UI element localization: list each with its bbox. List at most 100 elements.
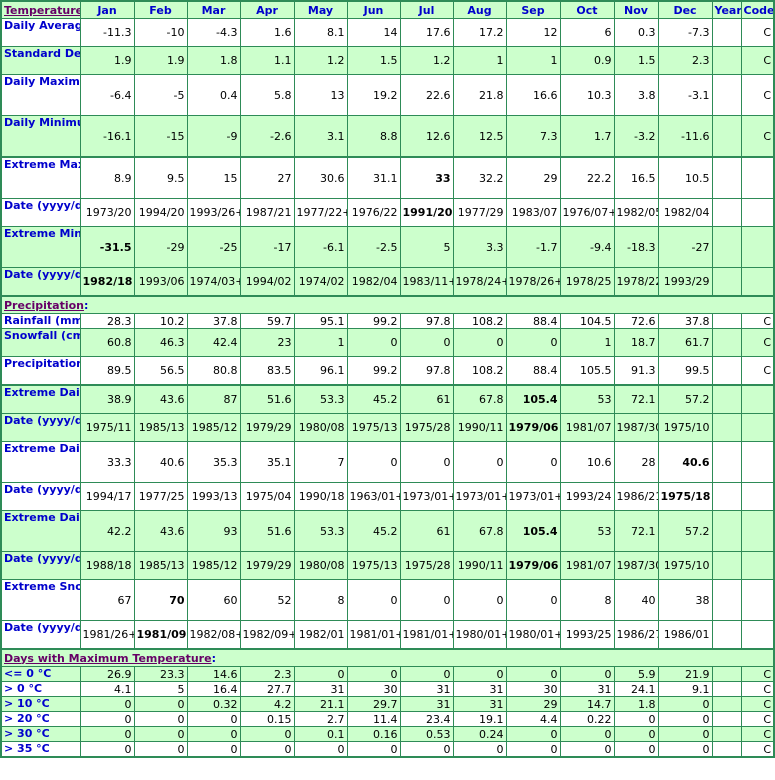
year-cell [711,510,742,552]
value-cell-sep: 105.4 [505,384,561,414]
value-cell-oct: 14.7 [559,696,615,712]
value-cell-jun: 0 [346,741,401,758]
year-cell [711,356,742,386]
value-cell-mar: 37.8 [186,313,241,329]
value-cell-sep: 4.4 [505,711,561,727]
value-cell-jul: 0 [399,579,454,621]
value-cell-oct: 1993/24 [559,482,615,511]
value-cell-sep: 0 [505,328,561,357]
table-row: Date (yyyy/dd)1994/171977/251993/131975/… [0,482,775,511]
value-cell-nov: -3.2 [613,115,659,158]
value-cell-oct: 1981/07 [559,551,615,580]
value-cell-nov: 1.8 [613,696,659,712]
value-cell-jan: 1975/11 [79,413,135,442]
row-label: Date (yyyy/dd) [0,620,81,650]
days-max-temp-section-link[interactable]: Days with Maximum Temperature [4,652,212,665]
value-cell-jan: 0 [79,696,135,712]
value-cell-jun: 1975/13 [346,413,401,442]
value-cell-nov: 72.1 [613,510,659,552]
value-cell-oct: 22.2 [559,156,615,199]
month-header: Aug [452,0,507,19]
value-cell-jun: 14 [346,18,401,47]
value-cell-dec: -7.3 [657,18,713,47]
year-cell [711,384,742,414]
value-cell-jan: -16.1 [79,115,135,158]
value-cell-oct: 0 [559,666,615,682]
code-cell: C [740,18,775,47]
value-cell-nov: 0 [613,711,659,727]
value-cell-apr: 1979/29 [239,413,295,442]
value-cell-may: 3.1 [293,115,348,158]
code-cell: C [740,313,775,329]
value-cell-mar: 1985/12 [186,413,241,442]
code-cell: C [740,711,775,727]
code-cell [740,384,775,414]
header-row: Temperature: Jan Feb Mar Apr May Jun Jul… [0,0,775,19]
value-cell-feb: 0 [133,711,188,727]
value-cell-oct: 1993/25 [559,620,615,650]
value-cell-jan: 8.9 [79,156,135,199]
value-cell-dec: 0 [657,696,713,712]
value-cell-nov: 1978/22 [613,267,659,297]
value-cell-feb: -5 [133,74,188,116]
code-cell [740,579,775,621]
value-cell-dec: 0 [657,711,713,727]
value-cell-jun: 1975/13 [346,551,401,580]
value-cell-jan: 42.2 [79,510,135,552]
value-cell-jun: 0.16 [346,726,401,742]
row-label: Date (yyyy/dd) [0,267,81,297]
value-cell-sep: 1 [505,46,561,75]
value-cell-mar: 14.6 [186,666,241,682]
value-cell-nov: 1986/27 [613,620,659,650]
table-row: Snowfall (cm)60.846.342.42310000118.761.… [0,328,775,357]
precipitation-section-link[interactable]: Precipitation [4,299,84,312]
value-cell-jul: 61 [399,384,454,414]
year-cell [711,551,742,580]
value-cell-jun: 0 [346,328,401,357]
value-cell-feb: 70 [133,579,188,621]
value-cell-sep: 1978/26+ [505,267,561,297]
value-cell-jun: 45.2 [346,384,401,414]
value-cell-jan: 33.3 [79,441,135,483]
value-cell-apr: -2.6 [239,115,295,158]
year-cell [711,413,742,442]
value-cell-nov: 28 [613,441,659,483]
temperature-section-header: Temperature: [0,0,81,19]
value-cell-oct: 6 [559,18,615,47]
value-cell-jan: 28.3 [79,313,135,329]
value-cell-apr: 1.6 [239,18,295,47]
value-cell-jun: 8.8 [346,115,401,158]
value-cell-sep: 1979/06 [505,551,561,580]
value-cell-aug: 31 [452,681,507,697]
value-cell-mar: 87 [186,384,241,414]
value-cell-oct: 10.6 [559,441,615,483]
climate-normals-table: Temperature: Jan Feb Mar Apr May Jun Jul… [0,0,775,758]
value-cell-dec: 1982/04 [657,198,713,227]
table-row: Daily Maximum (°C)-6.4-50.45.81319.222.6… [0,74,775,116]
year-cell [711,482,742,511]
value-cell-jul: 0 [399,741,454,758]
value-cell-jun: 19.2 [346,74,401,116]
value-cell-aug: 67.8 [452,510,507,552]
code-cell: C [740,115,775,158]
value-cell-mar: 1982/08+ [186,620,241,650]
row-label: > 0 °C [0,681,81,697]
value-cell-may: 1 [293,328,348,357]
row-label: Daily Maximum (°C) [0,74,81,116]
value-cell-feb: 40.6 [133,441,188,483]
temperature-section-link[interactable]: Temperature [4,4,79,17]
value-cell-jul: 97.8 [399,313,454,329]
value-cell-apr: 51.6 [239,510,295,552]
value-cell-sep: 1983/07 [505,198,561,227]
value-cell-feb: 1.9 [133,46,188,75]
value-cell-apr: 0 [239,726,295,742]
value-cell-may: 53.3 [293,384,348,414]
value-cell-may: 1990/18 [293,482,348,511]
value-cell-mar: 0 [186,726,241,742]
value-cell-feb: 0 [133,726,188,742]
table-row: > 35 °C 0 0 0 0 0 0 0 0 0 0 0 0 C [0,741,775,758]
table-row: Date (yyyy/dd)1981/26+1981/091982/08+198… [0,620,775,650]
value-cell-jul: 1975/28 [399,413,454,442]
table-row: Date (yyyy/dd)1975/111985/131985/121979/… [0,413,775,442]
value-cell-mar: 80.8 [186,356,241,386]
